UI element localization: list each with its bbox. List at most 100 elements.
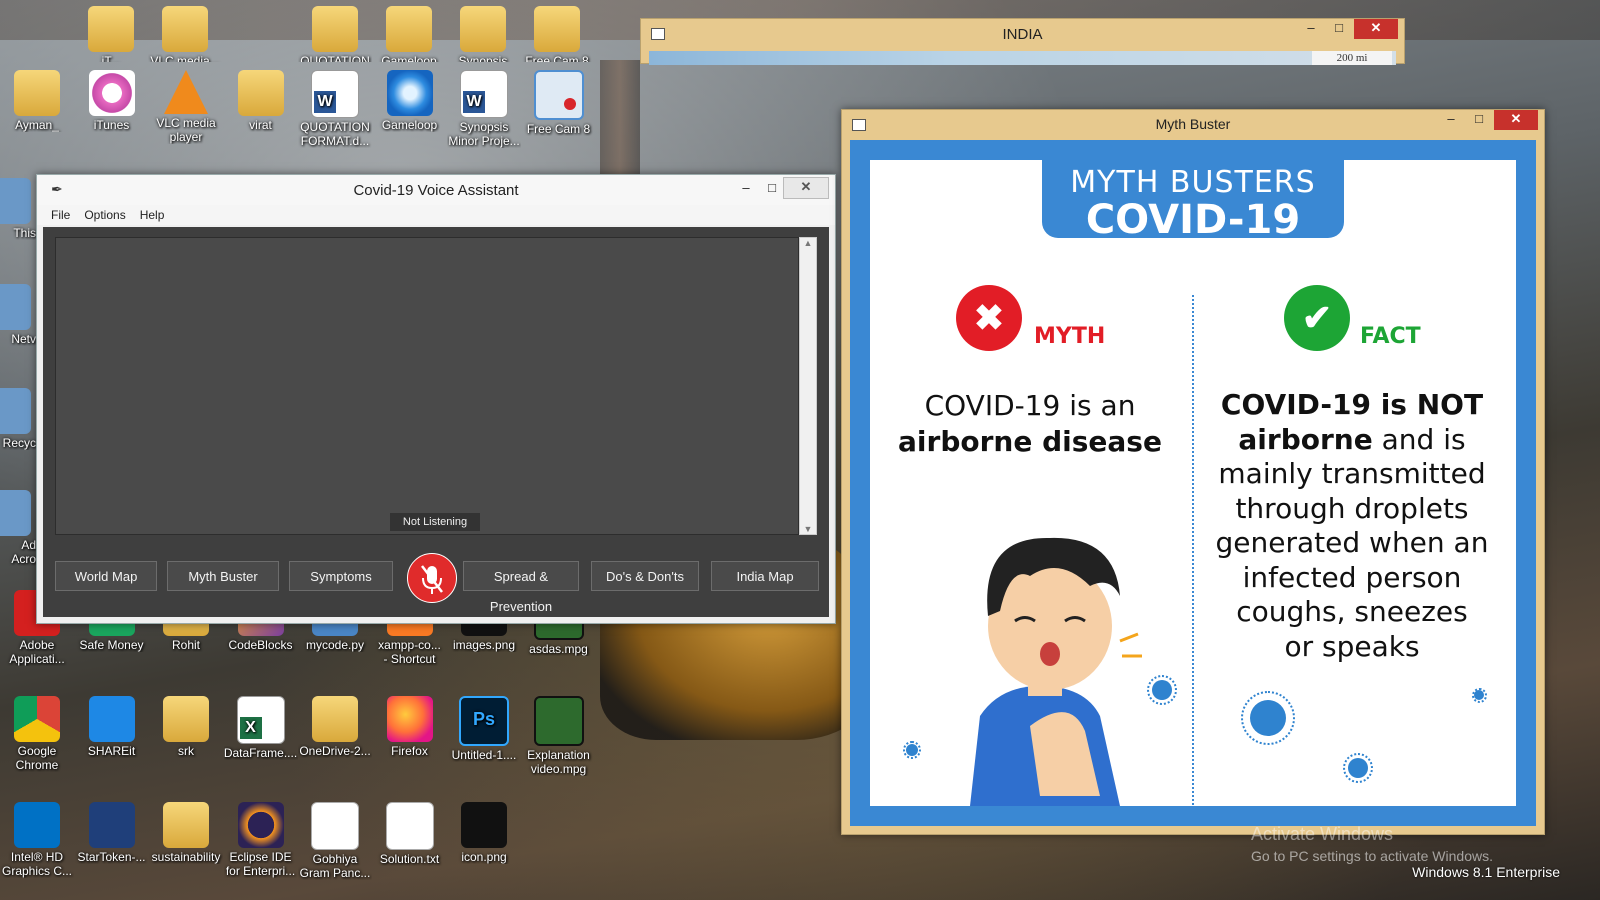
- desktop-icon[interactable]: QUOTATION FORMAT.d...: [298, 70, 372, 148]
- voice-assistant-window[interactable]: ✒ Covid-19 Voice Assistant – □ ✕ File Op…: [36, 174, 836, 624]
- desktop-icon[interactable]: iTunes: [75, 70, 149, 132]
- desktop-icon[interactable]: Explanation video.mpg: [522, 696, 596, 776]
- assistant-window-title: Covid-19 Voice Assistant: [353, 181, 519, 199]
- maximize-button[interactable]: □: [1466, 110, 1492, 130]
- microphone-muted-icon[interactable]: [407, 553, 457, 603]
- desktop-icon[interactable]: Free Cam 8: [520, 6, 594, 62]
- menu-help[interactable]: Help: [140, 205, 165, 225]
- desktop-icon-label: Free Cam 8: [525, 54, 589, 62]
- india-map-button[interactable]: India Map: [711, 561, 819, 591]
- desktop-icon[interactable]: Firefox: [373, 696, 447, 758]
- desktop-icon[interactable]: Google Chrome: [0, 696, 74, 772]
- desktop-icon-label: srk: [178, 744, 194, 758]
- world-map-button[interactable]: World Map: [55, 561, 157, 591]
- conversation-scrollbar[interactable]: ▲ ▼: [799, 237, 817, 535]
- virus-illustration-icon: [1241, 691, 1295, 745]
- desktop-shortcut-icon: [386, 6, 432, 52]
- scroll-up-arrow-icon[interactable]: ▲: [800, 238, 816, 248]
- india-map-window[interactable]: INDIA – □ ✕ 200 mi: [640, 18, 1405, 65]
- close-button[interactable]: ✕: [783, 177, 829, 199]
- desktop-icon[interactable]: Gameloop: [372, 6, 446, 62]
- myth-cross-icon: ✖: [956, 285, 1022, 351]
- spread-prevention-button[interactable]: Spread & Prevention: [463, 561, 579, 614]
- photoshop-file-icon: Ps: [459, 696, 509, 746]
- desktop-icon[interactable]: icon.png: [447, 802, 521, 864]
- desktop-icon-label: images.png: [452, 638, 516, 652]
- desktop-icon-label: mycode.py: [305, 638, 365, 652]
- desktop-icon[interactable]: Free Cam 8: [522, 70, 596, 136]
- desktop-icon[interactable]: Ad Acro: [0, 490, 36, 566]
- desktop-icon-label: sustainability: [151, 850, 221, 864]
- desktop-shortcut-icon: [0, 490, 31, 536]
- folder-icon: [237, 70, 284, 116]
- desktop-icon[interactable]: Eclipse IDE for Enterpri...: [224, 802, 298, 878]
- fact-text-bold1: COVID-19 is NOT: [1220, 388, 1484, 421]
- scroll-down-arrow-icon[interactable]: ▼: [800, 524, 816, 534]
- coughing-person-illustration: [970, 537, 1142, 806]
- desktop-icon-label: Firefox: [391, 744, 428, 758]
- desktop-icon[interactable]: DataFrame....: [224, 696, 298, 760]
- conversation-textarea[interactable]: [55, 237, 799, 535]
- desktop-icon[interactable]: Ps Untitled-1....: [447, 696, 521, 762]
- desktop-icon-label: xampp-co... - Shortcut: [378, 638, 441, 666]
- desktop-icon[interactable]: Intel® HD Graphics C...: [0, 802, 74, 878]
- minimize-button[interactable]: –: [1298, 19, 1324, 39]
- gameloop-icon: [386, 70, 433, 116]
- virus-illustration-icon: [1343, 753, 1373, 783]
- fact-text-rest5: infected person: [1242, 560, 1462, 594]
- fact-text-rest1: and is: [1372, 422, 1466, 456]
- desktop-shortcut-icon: [0, 178, 31, 224]
- column-divider: [1192, 295, 1194, 805]
- menu-options[interactable]: Options: [84, 205, 125, 225]
- desktop-icon[interactable]: VLC media...: [148, 6, 222, 62]
- desktop-icon[interactable]: Gobhiya Gram Panc...: [298, 802, 372, 880]
- desktop-icon[interactable]: Synopsis Minor Proje...: [447, 70, 521, 148]
- close-button[interactable]: ✕: [1354, 19, 1398, 39]
- folder-icon: [163, 696, 209, 742]
- desktop-icon[interactable]: Ayman_: [0, 70, 74, 132]
- activate-windows-watermark: Activate Windows: [1251, 824, 1394, 844]
- desktop-icon[interactable]: VLC media player: [149, 70, 223, 144]
- image-file-icon: [461, 802, 507, 848]
- desktop-icon[interactable]: virat: [224, 70, 298, 132]
- symptoms-button[interactable]: Symptoms: [289, 561, 393, 591]
- desktop-icon-label: SHAREit: [87, 744, 136, 758]
- dos-donts-button[interactable]: Do's & Don'ts: [591, 561, 699, 591]
- desktop-icon[interactable]: sustainability: [149, 802, 223, 864]
- close-button[interactable]: ✕: [1494, 110, 1538, 130]
- myth-buster-button[interactable]: Myth Buster: [167, 561, 279, 591]
- maximize-button[interactable]: □: [759, 179, 785, 199]
- poster-header-line1: MYTH BUSTERS: [1070, 165, 1316, 200]
- desktop-icon[interactable]: Netv: [0, 284, 36, 346]
- fact-text-rest3: through droplets: [1235, 491, 1469, 525]
- desktop-icon-label: Rohit: [171, 638, 200, 652]
- itunes-icon: [88, 70, 135, 116]
- india-titlebar[interactable]: INDIA – □ ✕: [641, 19, 1404, 49]
- desktop-icon-label: iT...: [101, 54, 121, 62]
- desktop-icon-label: Google Chrome: [15, 744, 59, 772]
- myth-buster-poster: MYTH BUSTERS COVID-19 ✖ MYTH ✔ FACT COVI…: [850, 140, 1536, 826]
- desktop-icon-label: Intel® HD Graphics C...: [1, 850, 73, 878]
- myth-buster-window[interactable]: Myth Buster – □ ✕ MYTH BUSTERS COVID-19 …: [841, 109, 1545, 835]
- desktop-icon[interactable]: Synopsis: [446, 6, 520, 62]
- maximize-button[interactable]: □: [1326, 19, 1352, 39]
- desktop-icon[interactable]: This: [0, 178, 36, 240]
- minimize-button[interactable]: –: [1438, 110, 1464, 130]
- eclipse-icon: [237, 802, 284, 848]
- menu-file[interactable]: File: [51, 205, 70, 225]
- desktop-icon[interactable]: OneDrive-2...: [298, 696, 372, 758]
- desktop-icon[interactable]: SHAREit: [75, 696, 149, 758]
- desktop-icon[interactable]: srk: [149, 696, 223, 758]
- desktop-icon[interactable]: QUOTATION: [298, 6, 372, 62]
- free-cam-icon: [533, 70, 584, 120]
- desktop-icon[interactable]: Gameloop: [373, 70, 447, 132]
- minimize-button[interactable]: –: [733, 179, 759, 199]
- desktop-icon-label: VLC media...: [150, 54, 220, 62]
- assistant-titlebar[interactable]: ✒ Covid-19 Voice Assistant – □ ✕: [37, 175, 835, 205]
- desktop-icon[interactable]: StarToken-...: [75, 802, 149, 864]
- fact-text-rest2: mainly transmitted: [1218, 457, 1486, 490]
- desktop-icon[interactable]: Recyc: [0, 388, 36, 450]
- desktop-icon[interactable]: Solution.txt: [373, 802, 447, 866]
- desktop-icon[interactable]: iT...: [74, 6, 148, 62]
- myth-titlebar[interactable]: Myth Buster – □ ✕: [842, 110, 1544, 138]
